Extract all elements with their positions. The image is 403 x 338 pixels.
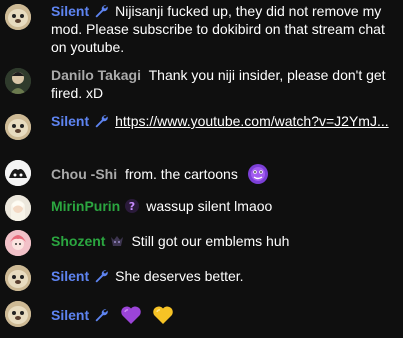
author-name[interactable]: Silent <box>51 3 89 19</box>
chat-message: MirinPurin? wassup silent lmaoo <box>0 193 403 223</box>
purple-genie-emoji <box>247 164 268 184</box>
chat-message: Silent Nijisanji fucked up, they did not … <box>0 2 403 60</box>
message-text: wassup silent lmaoo <box>146 198 273 214</box>
author-name[interactable]: Shozent <box>51 233 105 249</box>
chat-message-body: Danilo Takagi Thank you niji insider, pl… <box>51 66 397 102</box>
chat-message: Silent https://www.youtube.com/watch?v=J2… <box>0 112 403 152</box>
purple-heart-emoji <box>121 306 141 324</box>
wrench-icon <box>95 309 108 322</box>
avatar[interactable] <box>5 195 31 221</box>
message-text: She deserves better. <box>115 268 244 284</box>
chat-message: Silent <box>0 297 403 333</box>
wrench-icon <box>95 5 108 18</box>
avatar[interactable] <box>5 230 31 256</box>
chat-message-body: Shozent Still got our emblems huh <box>51 232 397 250</box>
chat-message: Danilo Takagi Thank you niji insider, pl… <box>0 66 403 106</box>
author-name[interactable]: MirinPurin <box>51 198 120 214</box>
wrench-icon <box>95 270 108 283</box>
svg-text:?: ? <box>129 200 135 213</box>
chat-message-body: Silent <box>51 303 397 327</box>
chat-message-body: Silent https://www.youtube.com/watch?v=J2… <box>51 112 397 130</box>
author-name[interactable]: Danilo Takagi <box>51 67 141 83</box>
message-text: Still got our emblems huh <box>131 233 290 249</box>
wrench-icon <box>95 115 108 128</box>
avatar[interactable] <box>5 160 31 186</box>
member-badge-icon: ? <box>125 199 140 213</box>
chat-message-body: Chou -Shi from. the cartoons <box>51 162 397 186</box>
author-name[interactable]: Silent <box>51 268 89 284</box>
author-name[interactable]: Chou -Shi <box>51 166 117 182</box>
chat-message: Silent She deserves better. <box>0 263 403 293</box>
live-chat-panel: Silent Nijisanji fucked up, they did not … <box>0 0 403 338</box>
avatar[interactable] <box>5 68 31 94</box>
chat-message-body: Silent Nijisanji fucked up, they did not … <box>51 2 397 56</box>
avatar[interactable] <box>5 114 31 140</box>
avatar[interactable] <box>5 265 31 291</box>
author-name[interactable]: Silent <box>51 307 89 323</box>
chat-message-body: MirinPurin? wassup silent lmaoo <box>51 197 397 215</box>
chat-message: Chou -Shi from. the cartoons <box>0 158 403 188</box>
author-name[interactable]: Silent <box>51 113 89 129</box>
message-text: from. the cartoons <box>125 166 238 182</box>
chat-message: Shozent Still got our emblems huh <box>0 228 403 258</box>
avatar[interactable] <box>5 301 31 327</box>
yellow-heart-emoji <box>153 306 173 324</box>
member-badge-icon <box>111 236 124 246</box>
chat-message-body: Silent She deserves better. <box>51 267 397 285</box>
message-link[interactable]: https://www.youtube.com/watch?v=J2YmJ... <box>115 113 389 129</box>
avatar[interactable] <box>5 4 31 30</box>
